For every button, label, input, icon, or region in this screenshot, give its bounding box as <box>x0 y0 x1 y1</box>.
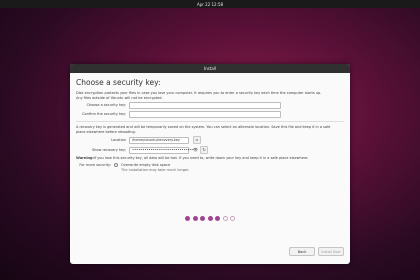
warning-text: If you lose this security key, all data … <box>93 156 309 161</box>
location-label: Location <box>111 138 126 143</box>
file-browse-button[interactable]: ▫ <box>193 136 201 145</box>
intro-line: Any files outside of Ubuntu will not be … <box>76 95 163 100</box>
clock[interactable]: Apr 22 12:58 <box>197 2 223 7</box>
show-recovery-label: Show recovery key: <box>91 148 126 153</box>
warning-row: Warning: If you lose this security key, … <box>76 156 344 161</box>
progress-dot <box>200 216 205 221</box>
window-titlebar: Install <box>70 64 350 73</box>
installer-window: Install Choose a security key: Disk encr… <box>70 64 350 264</box>
progress-dot <box>192 216 198 221</box>
document-icon: ▫ <box>195 137 199 143</box>
confirm-key-input[interactable] <box>129 111 281 119</box>
recovery-key-row: Show recovery key: •••••••••••••••••••••… <box>76 146 344 155</box>
progress-dot <box>207 216 213 221</box>
refresh-icon: ↻ <box>202 147 206 153</box>
regenerate-key-button[interactable]: ↻ <box>200 146 209 155</box>
back-button[interactable]: Back <box>289 247 315 256</box>
security-key-row: Choose a security key: <box>76 102 344 110</box>
location-field[interactable]: /home/ubuntu/recovery.key <box>129 136 189 144</box>
progress-dot <box>185 216 190 221</box>
intro-text: Disk encryption protects your files in c… <box>76 91 344 100</box>
confirm-key-row: Confirm the security key: <box>76 111 344 119</box>
eye-icon[interactable]: 👁 <box>193 147 198 153</box>
progress-dots <box>185 216 238 221</box>
page-title: Choose a security key: <box>76 78 161 87</box>
location-row: Location /home/ubuntu/recovery.key ▫ <box>76 136 344 145</box>
overwrite-note: The installation may take much longer. <box>121 167 190 172</box>
security-key-label: Choose a security key: <box>86 103 126 108</box>
recovery-line: place elsewhere before rebooting. <box>76 129 136 134</box>
divider <box>76 121 344 123</box>
overwrite-note-row: The installation may take much longer. <box>76 168 344 173</box>
progress-dot <box>215 216 220 221</box>
recovery-text: A recovery key is generated and will be … <box>76 125 344 134</box>
page-content: Disk encryption protects your files in c… <box>70 89 350 174</box>
top-bar: Apr 22 12:58 <box>0 0 420 8</box>
security-key-input[interactable] <box>129 102 281 110</box>
progress-dot <box>222 216 228 221</box>
window-title: Install <box>203 66 217 71</box>
button-row: Back Install Now <box>289 247 344 256</box>
intro-line: Disk encryption protects your files in c… <box>76 91 322 95</box>
recovery-key-field[interactable]: •••••••••••••••••••••••••••••• <box>129 146 194 154</box>
progress-dot <box>230 216 235 221</box>
install-now-button[interactable]: Install Now <box>318 247 344 256</box>
confirm-key-label: Confirm the security key: <box>82 112 126 117</box>
warning-bold: Warning: <box>76 156 94 161</box>
more-security-label: For more security: <box>79 162 111 167</box>
